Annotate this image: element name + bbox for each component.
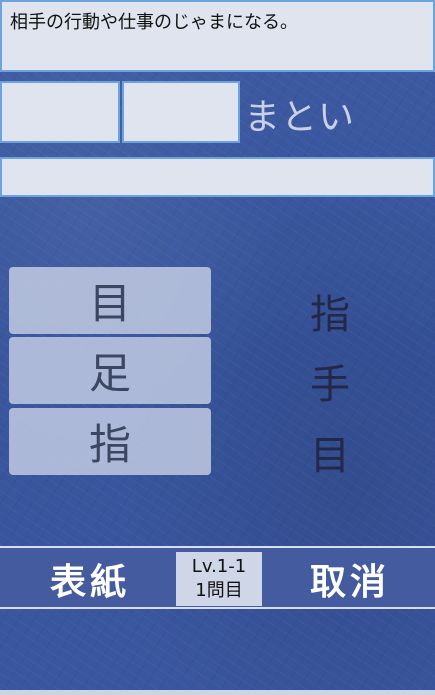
answer-input-bar xyxy=(0,157,435,197)
hint-kanji-3: 目 xyxy=(310,433,350,479)
bottom-divider xyxy=(0,690,435,695)
question-text: 相手の行動や仕事のじゃまになる。 xyxy=(10,12,298,33)
footer-bar: 表紙 Lv.1-1 1問目 取消 xyxy=(0,546,435,609)
question-text-box: 相手の行動や仕事のじゃまになる。 xyxy=(0,0,435,72)
choice-button-2[interactable]: 足 xyxy=(9,337,211,404)
question-number: 1問目 xyxy=(195,580,243,601)
cover-button[interactable]: 表紙 xyxy=(20,552,160,606)
choice-button-1[interactable]: 目 xyxy=(9,267,211,334)
level-label: Lv.1-1 xyxy=(191,556,247,577)
choice-button-3[interactable]: 指 xyxy=(9,408,211,475)
hint-kanji-1: 指 xyxy=(310,292,350,338)
answer-slot-1[interactable] xyxy=(0,81,120,143)
level-indicator: Lv.1-1 1問目 xyxy=(176,552,262,606)
answer-slot-2[interactable] xyxy=(122,81,240,143)
hint-kanji-2: 手 xyxy=(310,362,350,408)
reading-suffix: まとい xyxy=(244,97,356,138)
undo-button[interactable]: 取消 xyxy=(290,552,410,606)
